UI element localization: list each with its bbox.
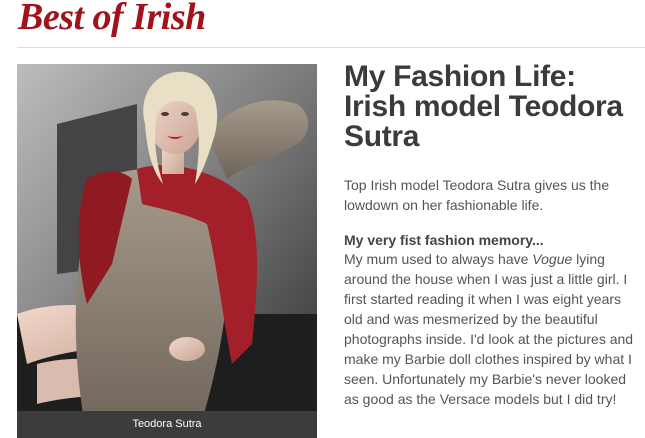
photo-caption: Teodora Sutra	[17, 411, 317, 438]
article-body-part2: lying around the house when I was just a…	[344, 251, 634, 407]
section-title: Best of Irish	[18, 0, 206, 38]
header-divider	[17, 47, 645, 48]
article-photo: Teodora Sutra	[17, 64, 317, 438]
article-intro: Top Irish model Teodora Sutra gives us t…	[344, 177, 610, 213]
article-subhead: My very fist fashion memory...	[344, 232, 544, 248]
article-body: My mum used to always have Vogue lying a…	[344, 249, 640, 409]
magazine-title: Vogue	[532, 251, 573, 267]
article-body-part1: My mum used to always have	[344, 251, 533, 267]
model-photo-illustration	[17, 64, 317, 438]
article-headline: My Fashion Life: Irish model Teodora Sut…	[344, 60, 623, 153]
